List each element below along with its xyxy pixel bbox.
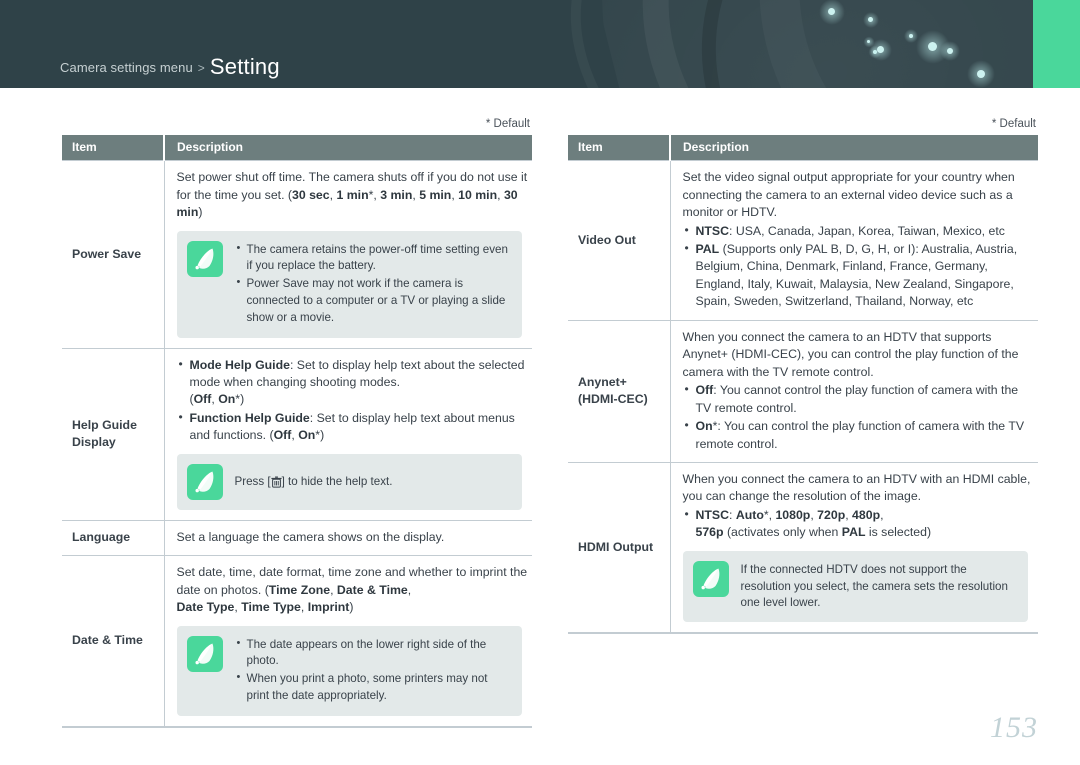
table-row: Video Out Set the video signal output ap… — [568, 160, 1038, 321]
left-default-legend: * Default — [485, 118, 530, 130]
header-sparkle-dot — [868, 17, 873, 22]
note-content: Press [ ] to hide the help text. — [235, 464, 511, 500]
page-content: * Default Item Description Power Save Se… — [0, 88, 1080, 765]
note-content: If the connected HDTV does not support t… — [740, 562, 1008, 610]
breadcrumb-parent[interactable]: Camera settings menu — [60, 60, 193, 75]
setting-name-hdmi-output: HDMI Output — [568, 461, 671, 634]
header-sparkle-dot — [877, 46, 884, 53]
header-sparkle-dot — [977, 70, 985, 78]
right-default-legend: * Default — [991, 118, 1036, 130]
table-row: Power Save Set power shut off time. The … — [62, 160, 532, 349]
setting-name-language: Language — [62, 519, 165, 556]
column-header-description: Description — [669, 135, 1038, 161]
table-row: Help GuideDisplay Mode Help Guide: Set t… — [62, 347, 532, 521]
header-sparkle-dot — [947, 48, 953, 54]
description-paragraph: Set date, time, date format, time zone a… — [176, 565, 528, 615]
note-text-after: ] to hide the help text. — [281, 474, 393, 488]
table-header-row: Item Description — [62, 135, 532, 161]
setting-description-hdmi-output: When you connect the camera to an HDTV w… — [670, 461, 1038, 634]
header-sparkle-dot — [928, 42, 937, 51]
note-content: The camera retains the power-off time se… — [235, 241, 511, 328]
setting-name-date-time: Date & Time — [62, 555, 165, 727]
left-settings-table: Item Description Power Save Set power sh… — [62, 135, 532, 728]
setting-description-language: Set a language the camera shows on the d… — [164, 519, 532, 556]
setting-description-power-save: Set power shut off time. The camera shut… — [164, 160, 532, 349]
header-sparkle-dot — [909, 34, 913, 38]
note-bullet: The camera retains the power-off time se… — [235, 241, 511, 276]
column-header-description: Description — [163, 135, 532, 161]
note-pen-icon — [186, 463, 223, 500]
page-number: 153 — [990, 711, 1038, 744]
description-bullet: Off: You cannot control the play functio… — [683, 381, 1035, 417]
description-paragraph: Set a language the camera shows on the d… — [176, 529, 445, 544]
description-paragraph: Set the video signal output appropriate … — [682, 170, 1015, 220]
table-row: HDMI Output When you connect the camera … — [568, 461, 1038, 634]
note-content: The date appears on the lower right side… — [235, 636, 511, 706]
note-bullet: The date appears on the lower right side… — [235, 636, 511, 671]
right-settings-table: Item Description Video Out Set the video… — [568, 135, 1038, 635]
left-column: * Default Item Description Power Save Se… — [62, 118, 532, 728]
setting-description-help-guide-display: Mode Help Guide: Set to display help tex… — [164, 347, 532, 521]
header-sparkle-dot — [867, 40, 870, 43]
page-header: Camera settings menu > Setting — [0, 0, 1080, 88]
note-box: The camera retains the power-off time se… — [176, 230, 522, 338]
note-box: The date appears on the lower right side… — [176, 625, 522, 716]
setting-name-power-save: Power Save — [62, 160, 165, 349]
table-row: Anynet+ (HDMI-CEC) When you connect the … — [568, 319, 1038, 463]
column-header-item: Item — [568, 135, 670, 161]
setting-name-anynet-hdmi-cec: Anynet+ (HDMI-CEC) — [568, 319, 671, 463]
setting-name-line1: Anynet+ — [578, 374, 627, 389]
note-bullet: Power Save may not work if the camera is… — [235, 275, 511, 326]
trash-icon — [270, 476, 282, 488]
setting-name-video-out: Video Out — [568, 160, 671, 321]
setting-name-help-guide-display: Help Guide Display — [62, 347, 165, 521]
right-column: * Default Item Description Video Out Set… — [568, 118, 1038, 635]
table-row: Language Set a language the camera shows… — [62, 519, 532, 556]
page-title: Setting — [209, 54, 280, 79]
note-pen-icon — [692, 560, 729, 597]
setting-name-line2: (HDMI-CEC) — [578, 392, 648, 407]
setting-description-date-time: Set date, time, date format, time zone a… — [164, 555, 532, 727]
table-header-row: Item Description — [568, 135, 1038, 161]
description-paragraph: When you connect the camera to an HDTV t… — [682, 329, 1019, 379]
note-pen-icon — [186, 635, 223, 672]
description-bullet: Function Help Guide: Set to display help… — [177, 409, 529, 445]
note-text-before: Press [ — [234, 474, 271, 488]
note-pen-icon — [186, 240, 223, 277]
description-bullet: NTSC: USA, Canada, Japan, Korea, Taiwan,… — [683, 222, 1035, 240]
description-bullet: NTSC: Auto*, 1080p, 720p, 480p, 576p (ac… — [683, 506, 1035, 542]
breadcrumb: Camera settings menu > Setting — [60, 54, 280, 80]
column-header-item: Item — [62, 135, 164, 161]
table-row: Date & Time Set date, time, date format,… — [62, 555, 532, 727]
header-accent-block — [1033, 0, 1080, 88]
description-paragraph: Set power shut off time. The camera shut… — [176, 170, 528, 220]
note-bullet: When you print a photo, some printers ma… — [235, 670, 511, 705]
note-box: If the connected HDTV does not support t… — [682, 550, 1028, 623]
note-box: Press [ ] to hide the help text. — [176, 453, 522, 510]
setting-description-video-out: Set the video signal output appropriate … — [670, 160, 1038, 321]
header-sparkle-dot — [828, 8, 835, 15]
setting-description-anynet: When you connect the camera to an HDTV t… — [670, 319, 1038, 463]
description-bullet: Mode Help Guide: Set to display help tex… — [177, 356, 529, 409]
description-bullet: On*: You can control the play function o… — [683, 417, 1035, 453]
breadcrumb-separator: > — [197, 61, 205, 75]
description-paragraph: When you connect the camera to an HDTV w… — [682, 471, 1031, 504]
description-bullet: PAL (Supports only PAL B, D, G, H, or I)… — [683, 240, 1035, 311]
